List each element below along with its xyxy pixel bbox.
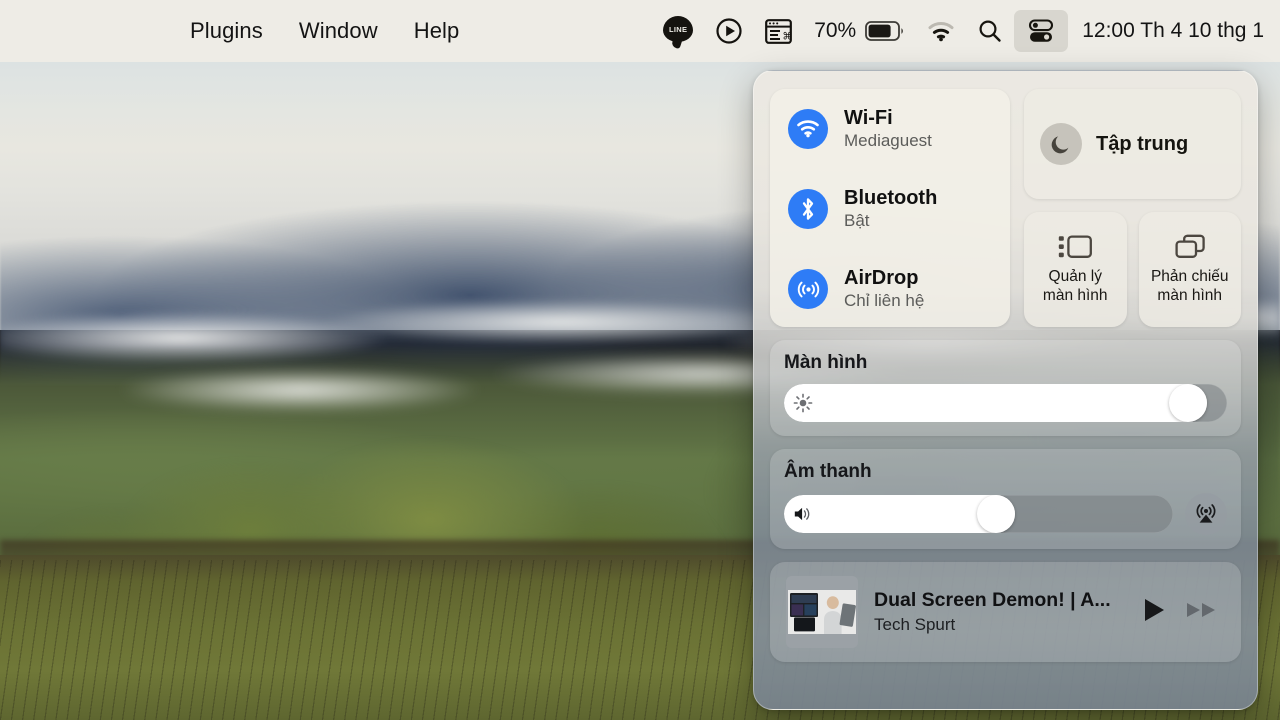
menu-bar-clock[interactable]: 12:00 Th 4 10 thg 1 (1068, 19, 1268, 43)
status-item-wifi[interactable] (916, 10, 966, 52)
line-icon: LINE (663, 16, 693, 46)
bluetooth-title: Bluetooth (844, 187, 937, 210)
now-playing-play-button[interactable] (1141, 596, 1167, 629)
wifi-icon (927, 20, 955, 42)
wifi-title: Wi-Fi (844, 107, 932, 130)
brightness-icon (793, 393, 813, 413)
bluetooth-control[interactable]: Bluetooth Bật (770, 187, 1010, 231)
now-playing-artist: Tech Spurt (874, 615, 1125, 635)
airdrop-control[interactable]: AirDrop Chỉ liên hệ (770, 267, 1010, 311)
screen-mirroring-icon (1173, 234, 1207, 260)
play-icon (1141, 596, 1167, 624)
window-shortcut-icon: ⌘ (765, 19, 792, 44)
screen-mirroring-label-line2: màn hình (1151, 287, 1229, 306)
control-center-right-column: Tập trung Quản lý màn hình (1024, 89, 1241, 327)
control-center-icon (1026, 16, 1056, 46)
screen-mirroring-tile[interactable]: Phản chiếu màn hình (1139, 212, 1242, 327)
menu-bar-status-items: LINE ⌘ 70% (652, 10, 1280, 52)
now-playing-forward-button[interactable] (1185, 598, 1219, 627)
airplay-audio-icon (1193, 501, 1219, 527)
battery-icon (865, 20, 905, 42)
bluetooth-status: Bật (844, 211, 937, 231)
video-thumbnail (786, 576, 858, 648)
focus-module[interactable]: Tập trung (1024, 89, 1241, 199)
battery-percent-label: 70% (814, 19, 856, 43)
airdrop-status: Chỉ liên hệ (844, 291, 924, 311)
screen-mirroring-label: Phản chiếu màn hình (1151, 268, 1229, 306)
now-playing-artwork (786, 576, 858, 648)
search-icon (977, 18, 1003, 44)
sound-title: Âm thanh (784, 461, 1227, 483)
now-playing-title: Dual Screen Demon! | A... (874, 589, 1125, 612)
stage-manager-label-line1: Quản lý (1043, 268, 1108, 287)
now-playing-module[interactable]: Dual Screen Demon! | A... Tech Spurt (770, 562, 1241, 662)
screen-mirroring-label-line1: Phản chiếu (1151, 268, 1229, 287)
status-item-window-tool[interactable]: ⌘ (754, 10, 803, 52)
volume-slider-knob[interactable] (977, 495, 1015, 533)
bluetooth-icon (788, 189, 828, 229)
volume-slider[interactable] (784, 495, 1173, 533)
line-icon-label: LINE (663, 16, 693, 42)
menu-bar-menus: Plugins Window Help (190, 18, 459, 44)
control-center-tiles: Quản lý màn hình Phản chiếu màn hình (1024, 212, 1241, 327)
menu-plugins[interactable]: Plugins (190, 18, 263, 44)
status-item-battery[interactable]: 70% (803, 10, 916, 52)
menu-bar: Plugins Window Help LINE (0, 0, 1280, 62)
menu-window[interactable]: Window (299, 18, 378, 44)
airdrop-icon (788, 269, 828, 309)
brightness-slider-knob[interactable] (1169, 384, 1207, 422)
volume-icon (793, 504, 813, 524)
stage-manager-icon (1058, 234, 1092, 260)
connectivity-module: Wi-Fi Mediaguest Bluetooth Bật (770, 89, 1010, 327)
wifi-network-name: Mediaguest (844, 131, 932, 151)
status-item-search[interactable] (966, 10, 1014, 52)
brightness-slider-fill (784, 384, 1207, 422)
wifi-control[interactable]: Wi-Fi Mediaguest (770, 107, 1010, 151)
display-module: Màn hình (770, 340, 1241, 436)
control-center-panel: Wi-Fi Mediaguest Bluetooth Bật (753, 70, 1258, 710)
stage-manager-label-line2: màn hình (1043, 287, 1108, 306)
status-item-control-center[interactable] (1014, 10, 1068, 52)
stage-manager-tile[interactable]: Quản lý màn hình (1024, 212, 1127, 327)
focus-label: Tập trung (1096, 133, 1188, 156)
airdrop-title: AirDrop (844, 267, 924, 290)
control-center-top-row: Wi-Fi Mediaguest Bluetooth Bật (770, 89, 1241, 327)
status-item-line[interactable]: LINE (652, 10, 704, 52)
play-circle-icon (715, 17, 743, 45)
sound-module: Âm thanh (770, 449, 1241, 549)
menu-help[interactable]: Help (414, 18, 460, 44)
brightness-slider[interactable] (784, 384, 1227, 422)
svg-text:⌘: ⌘ (783, 31, 793, 42)
moon-icon (1040, 123, 1082, 165)
display-title: Màn hình (784, 352, 1227, 374)
fast-forward-icon (1185, 598, 1219, 622)
status-item-player[interactable] (704, 10, 754, 52)
wifi-icon (788, 109, 828, 149)
airplay-audio-button[interactable] (1185, 493, 1227, 535)
stage-manager-label: Quản lý màn hình (1043, 268, 1108, 306)
